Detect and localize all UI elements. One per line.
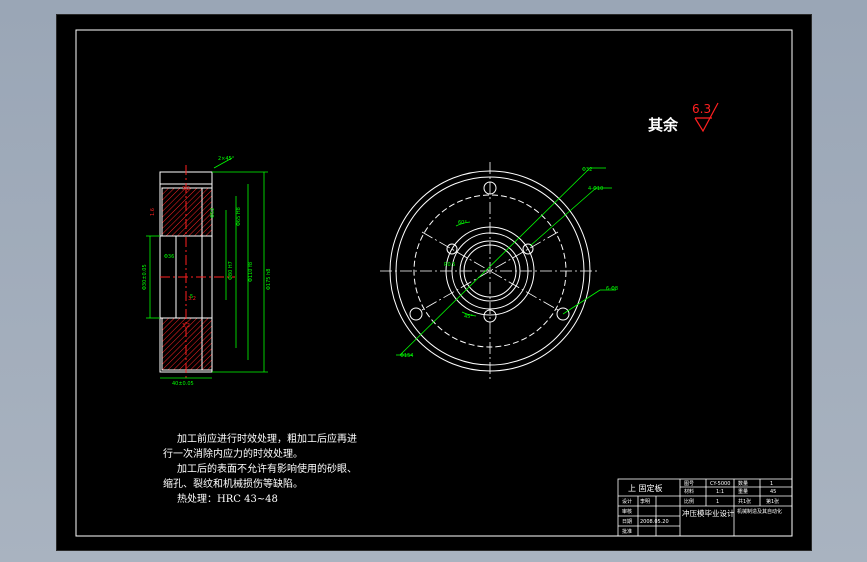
sheet: 共1张: [738, 498, 751, 505]
material-label: 材料: [684, 488, 694, 495]
scale: 1:1: [716, 489, 724, 495]
dim-width: 40±0.05: [172, 381, 194, 387]
bolt-hole-5: [409, 307, 423, 321]
plan-view: Φ32 4-Φ10 60° 6-Φ8 R0.5 45° Φ154: [380, 162, 618, 382]
dim-d3: Φ80 H7: [228, 261, 234, 280]
note-line-2: 行一次消除内应力的时效处理。: [163, 449, 303, 460]
material: 45: [770, 489, 776, 495]
plan-label-d: 6-Φ8: [606, 286, 618, 292]
plan-label-b: 4-Φ10: [588, 186, 603, 192]
plan-label-g: Φ154: [400, 353, 413, 359]
plan-label-f: 45°: [464, 314, 473, 320]
dim-d1: Φ65 H8: [236, 207, 242, 226]
dim-d5: Φ110 f8: [248, 262, 254, 282]
surface-remark: 其余 6.3: [648, 102, 719, 134]
date-label: 日期: [622, 519, 632, 525]
note-line-3: 加工后的表面不允许有影响使用的砂眼、: [177, 464, 357, 475]
leader-diameter: [399, 167, 591, 356]
sheet-no: 第1张: [766, 498, 779, 505]
part-name: 上 固定板: [628, 483, 663, 493]
chamfer-label: 2×45°: [218, 156, 235, 162]
note-line-4: 缩孔、裂纹和机械损伤等缺陷。: [163, 479, 303, 490]
plan-label-c: 60°: [458, 220, 467, 226]
qty-2: 1: [716, 499, 719, 505]
checker-label: 审核: [622, 508, 632, 515]
drawing-no: CY-5000: [710, 481, 730, 487]
qty-label: 数量: [738, 480, 748, 487]
technical-notes: 加工前应进行时效处理，粗加工后应再进 行一次消除内应力的时效处理。 加工后的表面…: [163, 432, 413, 507]
roughness-r2: 1.6: [150, 208, 156, 216]
designer-label: 设计: [622, 498, 632, 505]
note-line-1: 加工前应进行时效处理，粗加工后应再进: [177, 434, 357, 445]
title-block-text: 上 固定板 图号 CY-5000 数量 1 材料 1:1 重量 45 比例 1 …: [622, 480, 782, 535]
roughness-r3: 3.2: [188, 296, 196, 302]
dim-d6: Φ175 h8: [266, 269, 272, 290]
note-line-5: 热处理：HRC 43~48: [177, 494, 278, 505]
cad-drawing: 2×45° Φ175 h8 Φ110 f8 Φ65 H8 Φ80 H7 Φ52 …: [75, 29, 793, 537]
remark-roughness: 6.3: [692, 102, 711, 116]
remark-label: 其余: [648, 116, 679, 134]
designer: 李明: [640, 498, 650, 505]
school-name: 机械制造及其自动化: [737, 508, 782, 515]
scale-label: 比例: [684, 498, 694, 505]
date: 2008.05.20: [640, 519, 669, 525]
dim-left: Φ30±0.05: [142, 264, 148, 290]
plan-label-a: Φ32: [582, 167, 592, 173]
approve-label: 批准: [622, 528, 632, 535]
hatch-lower-step: [201, 317, 213, 371]
project-name: 冲压模毕业设计: [682, 508, 735, 518]
roughness-r4: 3.2: [182, 323, 190, 329]
dim-d8: Φ36: [164, 254, 174, 260]
qty: 1: [770, 481, 773, 487]
section-view: 2×45° Φ175 h8 Φ110 f8 Φ65 H8 Φ80 H7 Φ52 …: [142, 156, 272, 387]
dim-d7: Φ52: [210, 208, 216, 218]
weight-label: 重量: [738, 488, 748, 495]
roughness-r1: 3.2: [182, 186, 190, 192]
plan-label-e: R0.5: [444, 262, 455, 268]
drawing-no-label: 图号: [684, 481, 694, 487]
hatch-upper: [161, 187, 203, 237]
